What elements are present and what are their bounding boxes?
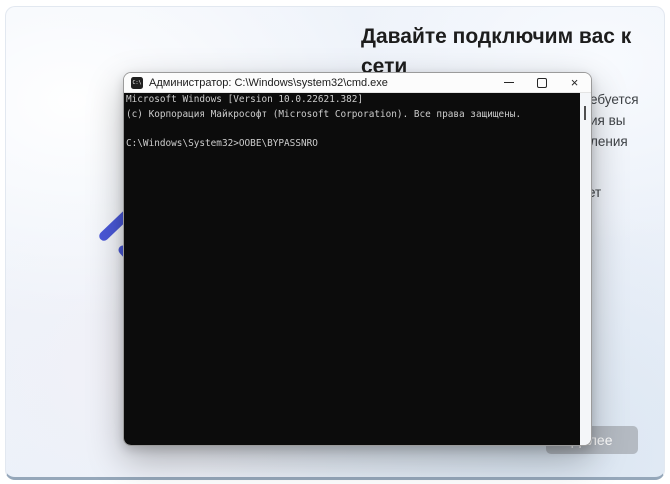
minimize-icon [503, 82, 514, 83]
console-output[interactable]: Microsoft Windows [Version 10.0.22621.38… [124, 93, 580, 445]
window-controls: × [492, 73, 591, 92]
body-text-fragment-2: ия вы [590, 113, 626, 128]
console-scrollbar[interactable] [580, 93, 591, 445]
console-line-prompt-command: C:\Windows\System32>OOBE\BYPASSNRO [126, 138, 318, 150]
body-text-fragment-3: ления [590, 134, 628, 149]
console-line-version: Microsoft Windows [Version 10.0.22621.38… [126, 94, 364, 105]
body-text-fragment-1: ебуется [590, 92, 639, 107]
minimize-button[interactable] [492, 73, 525, 92]
maximize-button[interactable] [525, 73, 558, 92]
console-area: Microsoft Windows [Version 10.0.22621.38… [124, 93, 591, 445]
cmd-window: C:\ Администратор: C:\Windows\system32\c… [123, 72, 592, 446]
close-button[interactable]: × [558, 73, 591, 92]
cmd-window-title: Администратор: C:\Windows\system32\cmd.e… [149, 76, 388, 89]
cmd-icon: C:\ [131, 76, 143, 89]
scrollbar-thumb[interactable] [584, 106, 586, 120]
maximize-icon [536, 77, 547, 88]
console-line-copyright: (с) Корпорация Майкрософт (Microsoft Cor… [126, 108, 522, 120]
cmd-titlebar[interactable]: C:\ Администратор: C:\Windows\system32\c… [124, 73, 591, 93]
